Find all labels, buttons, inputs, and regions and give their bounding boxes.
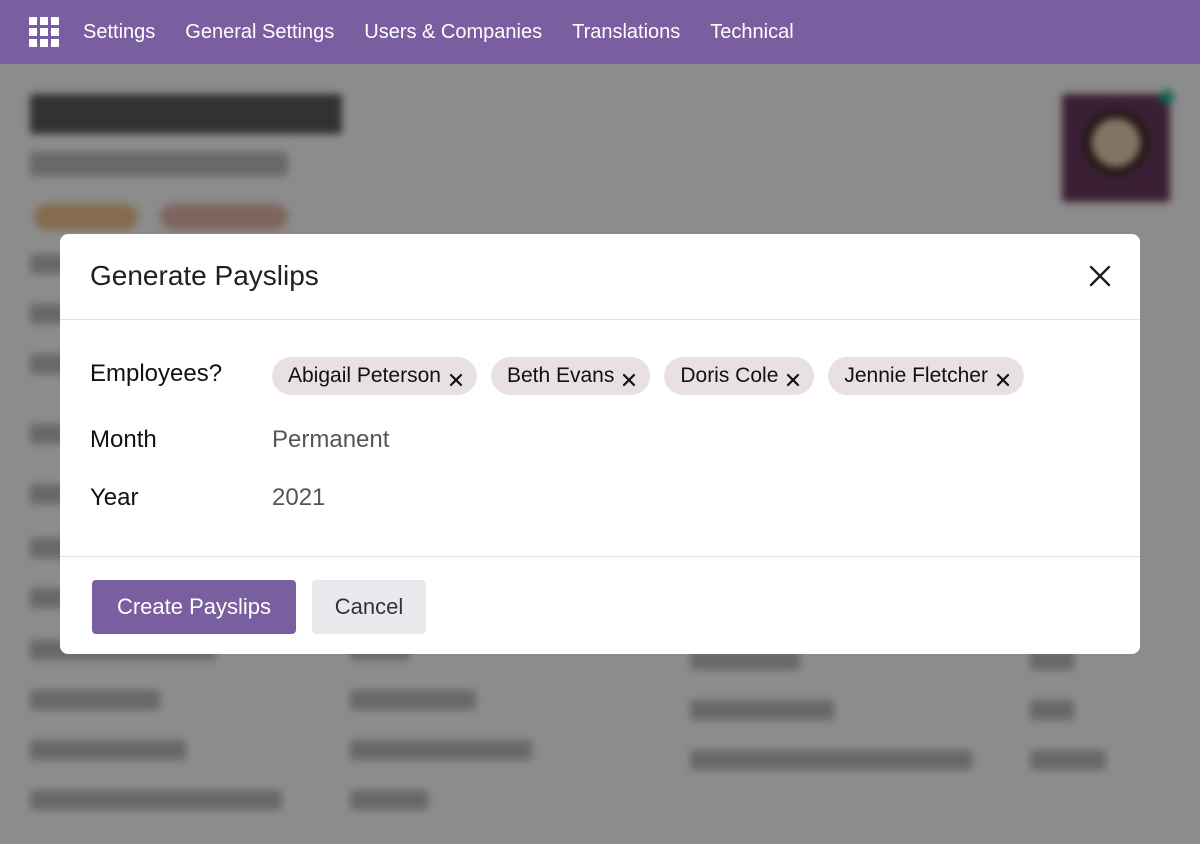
month-field[interactable]: Permanent [272,426,389,454]
generate-payslips-dialog: Generate Payslips Employees? Abigail Pet… [60,234,1140,654]
remove-tag-icon[interactable] [449,369,463,387]
month-label: Month [90,426,157,453]
employees-label: Employees? [90,360,223,387]
create-payslips-button[interactable]: Create Payslips [92,580,296,634]
employees-tag-field[interactable]: Abigail Peterson Beth Evans Doris Cole J… [272,357,1024,395]
nav-item-users-companies[interactable]: Users & Companies [364,21,542,44]
employee-tag: Jennie Fletcher [828,357,1024,395]
year-label: Year [90,484,139,511]
employee-tag: Doris Cole [664,357,815,395]
close-icon[interactable] [1086,262,1114,290]
year-field[interactable]: 2021 [272,484,325,512]
employee-tag-label: Jennie Fletcher [844,364,988,387]
cancel-button[interactable]: Cancel [312,580,426,634]
employee-tag-label: Doris Cole [680,364,779,387]
employee-tag: Beth Evans [490,357,651,395]
dialog-body: Employees? Abigail Peterson Beth Evans D… [60,320,1140,557]
dialog-footer: Create Payslips Cancel [60,557,1140,654]
apps-grid-icon[interactable] [29,17,59,47]
remove-tag-icon[interactable] [786,369,800,387]
nav-item-translations[interactable]: Translations [572,21,680,44]
remove-tag-icon[interactable] [996,369,1010,387]
nav-item-general-settings[interactable]: General Settings [185,21,334,44]
dialog-header: Generate Payslips [60,234,1140,320]
employee-tag-label: Abigail Peterson [288,364,441,387]
nav-item-settings[interactable]: Settings [83,21,155,44]
nav-item-technical[interactable]: Technical [710,21,793,44]
employee-tag-label: Beth Evans [506,364,615,387]
remove-tag-icon[interactable] [622,369,636,387]
employee-tag: Abigail Peterson [272,357,477,395]
top-navbar: Settings General Settings Users & Compan… [0,0,1200,64]
dialog-title: Generate Payslips [90,260,319,291]
